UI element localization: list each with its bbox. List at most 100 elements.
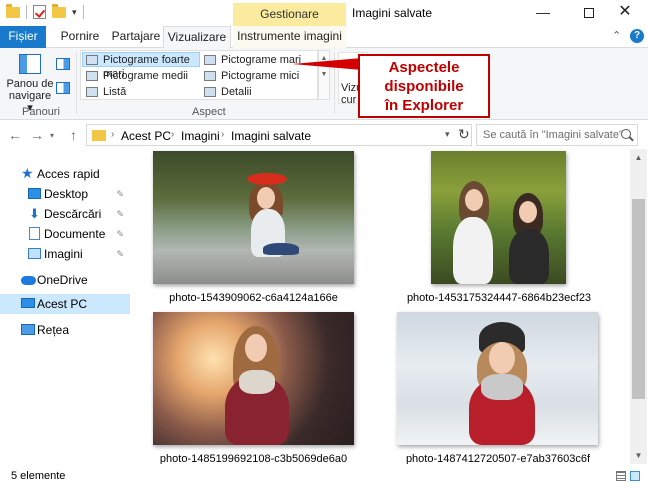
medium-icons-icon [86,71,98,81]
large-icons-view-icon[interactable] [630,471,640,481]
breadcrumb-separator: › [171,129,175,140]
tab-picture-tools[interactable]: Instrumente imagini [233,26,346,48]
image-thumbnail[interactable] [153,312,354,445]
photo-figure [247,173,287,185]
recent-locations-icon[interactable]: ▾ [50,131,54,140]
nav-label: Descărcări [44,207,102,221]
image-thumbnail[interactable] [397,312,598,445]
navigation-pane-icon [19,54,41,74]
nav-onedrive[interactable]: OneDrive [0,270,130,290]
file-name: photo-1453175324447-6864b23ecf23 [406,292,592,304]
small-icons-icon [204,71,216,81]
address-bar[interactable]: › Acest PC › Imagini › Imagini salvate ▾… [86,124,472,146]
layout-label: Listă [103,86,127,98]
file-name: photo-1487412720507-e7ab37603c6f [405,453,591,464]
layout-label: Pictograme medii [103,70,188,82]
photo-figure [509,229,549,284]
nav-label: Imagini [44,247,83,261]
layout-label: Detalii [221,86,252,98]
tab-view[interactable]: Vizualizare [163,26,231,49]
tab-file[interactable]: Fișier [0,26,46,48]
minimize-button[interactable]: — [520,0,566,26]
group-label-panes: Panouri [22,106,60,118]
nav-label: Rețea [37,323,70,337]
layout-label: Pictograme mari [221,54,302,66]
breadcrumb-this-pc[interactable]: Acest PC [121,129,171,143]
address-dropdown-icon[interactable]: ▾ [445,129,450,140]
photo-figure [453,217,493,284]
nav-network[interactable]: Rețea [0,320,130,340]
nav-desktop[interactable]: Desktop ✎ [0,184,130,204]
callout-arrow [292,58,362,70]
tab-share[interactable]: Partajare [110,26,162,48]
details-view-icon[interactable] [616,471,626,481]
new-folder-icon[interactable] [52,3,66,18]
network-icon [21,324,35,335]
search-input[interactable]: Se caută în "Imagini salvate" [483,129,623,141]
address-bar-row: ← → ▾ ↑ › Acest PC › Imagini › Imagini s… [0,121,648,149]
refresh-icon[interactable]: ↻ [458,126,470,143]
photo-figure [519,201,537,223]
group-separator [76,52,77,114]
search-box[interactable]: Se caută în "Imagini salvate" [476,124,638,146]
breadcrumb-pictures[interactable]: Imagini [181,129,220,143]
navigation-pane: ★ Acces rapid Desktop ✎ ⬇ Descărcări ✎ D… [0,152,130,464]
photo-figure [263,243,299,255]
status-bar: 5 elemente [0,464,648,488]
pin-icon: ✎ [116,229,124,239]
layout-list[interactable]: Listă [83,85,199,100]
up-button[interactable]: ↑ [70,127,77,143]
nav-pictures[interactable]: Imagini ✎ [0,244,130,264]
vertical-scrollbar[interactable]: ▲ ▼ [630,149,647,464]
nav-downloads[interactable]: ⬇ Descărcări ✎ [0,204,130,224]
callout-line-3: în Explorer [384,97,464,114]
layout-medium-icons[interactable]: Pictograme medii [83,69,199,84]
scroll-down-icon[interactable]: ▼ [630,447,647,464]
nav-label: Acest PC [37,297,88,311]
image-thumbnail[interactable] [153,151,354,284]
details-pane-icon[interactable] [56,82,70,94]
details-icon [204,87,216,97]
photo-figure [489,342,515,374]
properties-icon[interactable] [33,5,46,19]
nav-label: Documente [44,227,106,241]
help-icon[interactable]: ? [630,29,644,43]
tab-home[interactable]: Pornire [54,26,106,48]
pictures-icon [28,248,41,259]
scrollbar-thumb[interactable] [632,199,645,399]
preview-pane-icon[interactable] [56,58,70,70]
folder-icon [92,130,106,141]
item-count: 5 elemente [11,470,66,482]
qat-separator [82,5,84,19]
scroll-up-icon[interactable]: ▲ [630,149,647,166]
breadcrumb-saved-pictures[interactable]: Imagini salvate [231,129,311,143]
nav-this-pc[interactable]: Acest PC [0,294,130,314]
back-button[interactable]: ← [8,127,22,143]
forward-button[interactable]: → [30,127,44,143]
nav-quick-access[interactable]: ★ Acces rapid [0,164,130,184]
pin-icon: ✎ [116,189,124,199]
navigation-pane-button[interactable]: Panou de navigare ▾ [6,52,54,114]
callout-line-2: disponibile [384,78,464,95]
image-thumbnail[interactable] [431,151,566,284]
close-button[interactable]: ✕ [602,0,648,26]
pin-icon: ✎ [116,209,124,219]
list-icon [86,87,98,97]
layout-gallery: Pictograme foarte mari Pictograme mari P… [80,50,318,100]
layout-extra-large-icons[interactable]: Pictograme foarte mari [82,52,200,80]
window-title: Imagini salvate [352,6,433,20]
ribbon-collapse-icon[interactable]: ⌃ [612,29,621,42]
nav-label: OneDrive [37,273,88,287]
qat-dropdown-icon[interactable]: ▾ [72,7,77,18]
layout-label: Pictograme mici [221,70,300,82]
nav-documents[interactable]: Documente ✎ [0,224,130,244]
nav-label: Acces rapid [37,167,100,181]
breadcrumb-separator: › [221,129,225,140]
navigation-pane-label-1: Panou de [6,78,54,90]
layout-details[interactable]: Detalii [201,85,317,100]
photo-figure [245,334,267,362]
qat-separator [26,5,27,19]
nav-label: Desktop [44,187,89,201]
document-icon [29,227,40,240]
computer-icon [21,298,35,308]
